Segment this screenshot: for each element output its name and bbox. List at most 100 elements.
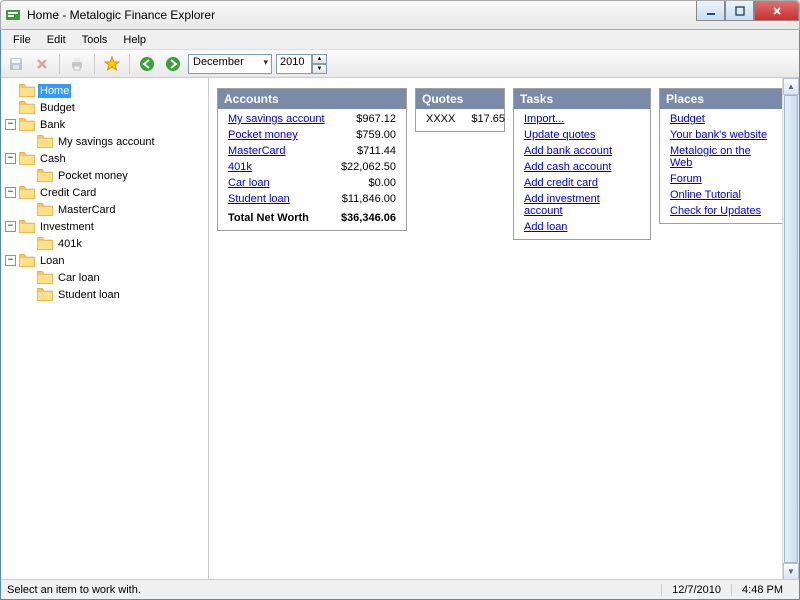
- place-link[interactable]: Budget: [670, 113, 705, 125]
- task-link[interactable]: Add investment account: [524, 193, 600, 217]
- quotes-panel-header: Quotes: [416, 89, 504, 109]
- task-link[interactable]: Add credit card: [524, 177, 598, 189]
- print-button[interactable]: [66, 53, 88, 75]
- place-link[interactable]: Check for Updates: [670, 205, 761, 217]
- quote-price: $17.65: [459, 111, 509, 127]
- quote-row: XXXX$17.65: [422, 111, 509, 127]
- folder-icon: [37, 203, 53, 216]
- titlebar: Home - Metalogic Finance Explorer: [0, 0, 800, 30]
- account-row: Student loan$11,846.00: [224, 191, 400, 208]
- tree-item[interactable]: Pocket money: [3, 167, 206, 184]
- task-row: Update quotes: [520, 127, 644, 143]
- folder-icon: [19, 254, 35, 267]
- scroll-up-button[interactable]: ▲: [783, 78, 799, 95]
- task-row: Add credit card: [520, 175, 644, 191]
- scroll-thumb[interactable]: [784, 95, 798, 563]
- tree-item[interactable]: 401k: [3, 235, 206, 252]
- tree-item[interactable]: My savings account: [3, 133, 206, 150]
- place-link[interactable]: Metalogic on the Web: [670, 145, 751, 169]
- account-amount: $759.00: [329, 127, 400, 143]
- vertical-scrollbar[interactable]: ▲ ▼: [782, 78, 799, 580]
- menu-edit[interactable]: Edit: [39, 32, 74, 48]
- minimize-button[interactable]: [696, 1, 725, 21]
- back-button[interactable]: [136, 53, 158, 75]
- tree-item[interactable]: −Loan: [3, 252, 206, 269]
- account-link[interactable]: Car loan: [228, 177, 270, 189]
- folder-icon: [19, 220, 35, 233]
- task-link[interactable]: Add cash account: [524, 161, 611, 173]
- favorite-button[interactable]: [101, 53, 123, 75]
- quotes-panel: Quotes XXXX$17.65: [415, 88, 505, 132]
- scroll-down-button[interactable]: ▼: [783, 563, 799, 580]
- menu-help[interactable]: Help: [115, 32, 154, 48]
- total-label: Total Net Worth: [224, 208, 329, 227]
- tree-item[interactable]: −Investment: [3, 218, 206, 235]
- tree-spacer: [23, 170, 34, 181]
- folder-icon: [19, 152, 35, 165]
- task-link[interactable]: Add bank account: [524, 145, 612, 157]
- month-select-value: December: [193, 56, 244, 68]
- folder-icon: [19, 101, 35, 114]
- main-area: HomeBudget−BankMy savings account−CashPo…: [1, 78, 799, 580]
- year-input[interactable]: 2010: [276, 54, 312, 74]
- collapse-icon[interactable]: −: [5, 119, 16, 130]
- forward-button[interactable]: [162, 53, 184, 75]
- tree-spacer: [23, 136, 34, 147]
- delete-button[interactable]: [31, 53, 53, 75]
- menu-tools[interactable]: Tools: [74, 32, 116, 48]
- tree-item[interactable]: Budget: [3, 99, 206, 116]
- year-up-button[interactable]: ▲: [312, 54, 327, 64]
- task-link[interactable]: Import...: [524, 113, 564, 125]
- tree-item[interactable]: −Cash: [3, 150, 206, 167]
- account-row: Pocket money $759.00: [224, 127, 400, 143]
- place-link[interactable]: Forum: [670, 173, 702, 185]
- tree-item-label: Student loan: [56, 288, 122, 302]
- tree-item[interactable]: Car loan: [3, 269, 206, 286]
- collapse-icon[interactable]: −: [5, 221, 16, 232]
- tree-spacer: [5, 85, 16, 96]
- toolbar: December 2010 ▲ ▼: [1, 50, 799, 78]
- tree-item-label: Credit Card: [38, 186, 98, 200]
- tree-item[interactable]: − Credit Card: [3, 184, 206, 201]
- quote-symbol: XXXX: [422, 111, 459, 127]
- folder-icon: [19, 84, 35, 97]
- maximize-button[interactable]: [725, 1, 754, 21]
- collapse-icon[interactable]: −: [5, 187, 16, 198]
- account-link[interactable]: MasterCard: [228, 145, 285, 157]
- task-link[interactable]: Add loan: [524, 221, 567, 233]
- account-amount: $0.00: [329, 175, 400, 191]
- place-link[interactable]: Online Tutorial: [670, 189, 741, 201]
- tree-item[interactable]: MasterCard: [3, 201, 206, 218]
- accounts-panel: Accounts My savings account$967.12Pocket…: [217, 88, 407, 231]
- menu-file[interactable]: File: [5, 32, 39, 48]
- tasks-panel-header: Tasks: [514, 89, 650, 109]
- account-amount: $22,062.50: [329, 159, 400, 175]
- tree-item[interactable]: Home: [3, 82, 206, 99]
- year-down-button[interactable]: ▼: [312, 64, 327, 74]
- close-button[interactable]: [754, 1, 799, 21]
- place-row: Online Tutorial: [666, 187, 780, 203]
- account-link[interactable]: 401k: [228, 161, 252, 173]
- tree-spacer: [23, 204, 34, 215]
- toolbar-separator: [129, 54, 130, 74]
- place-row: Budget: [666, 111, 780, 127]
- tree-item-label: My savings account: [56, 135, 157, 149]
- window-body: File Edit Tools Help December 2010 ▲ ▼ H…: [0, 30, 800, 600]
- folder-icon: [37, 135, 53, 148]
- account-link[interactable]: My savings account: [228, 113, 325, 125]
- month-select[interactable]: December: [188, 54, 272, 74]
- collapse-icon[interactable]: −: [5, 153, 16, 164]
- statusbar: Select an item to work with. 12/7/2010 4…: [1, 579, 799, 599]
- save-button[interactable]: [5, 53, 27, 75]
- folder-icon: [37, 288, 53, 301]
- tree-item[interactable]: Student loan: [3, 286, 206, 303]
- places-panel-header: Places: [660, 89, 786, 109]
- task-link[interactable]: Update quotes: [524, 129, 596, 141]
- account-link[interactable]: Student loan: [228, 193, 290, 205]
- total-amount: $36,346.06: [329, 208, 400, 227]
- tree-item[interactable]: −Bank: [3, 116, 206, 133]
- account-link[interactable]: Pocket money: [228, 129, 298, 141]
- place-row: Your bank's website: [666, 127, 780, 143]
- collapse-icon[interactable]: −: [5, 255, 16, 266]
- place-link[interactable]: Your bank's website: [670, 129, 767, 141]
